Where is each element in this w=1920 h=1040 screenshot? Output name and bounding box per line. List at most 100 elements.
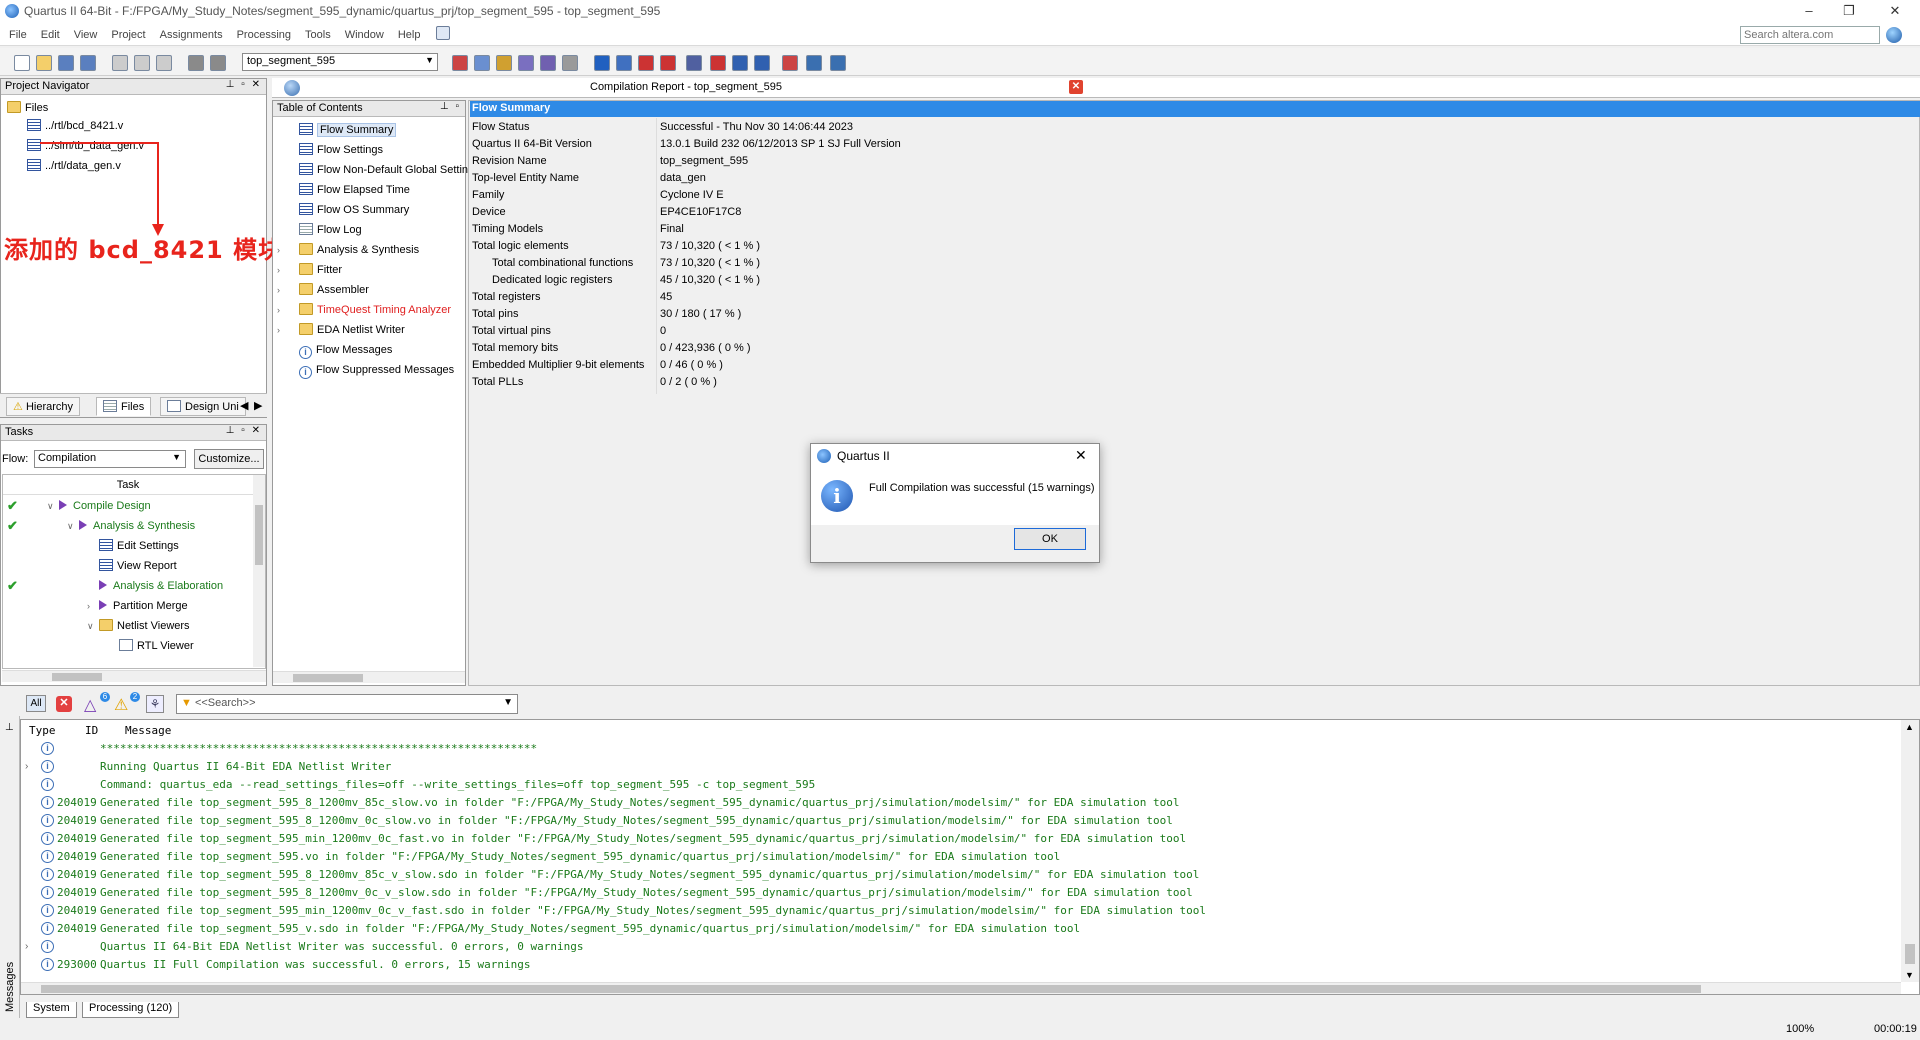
cut-icon[interactable] [112,55,128,71]
chat-icon[interactable] [830,55,846,71]
redo-icon[interactable] [210,55,226,71]
eda-writer-icon[interactable] [562,55,578,71]
save-all-icon[interactable] [80,55,96,71]
message-text[interactable]: Generated file top_segment_595_8_1200mv_… [100,884,1193,902]
toc-item[interactable]: Flow Elapsed Time [277,181,410,199]
tab-scroll-right-icon[interactable]: ▶ [254,399,262,412]
stop-processing-icon[interactable] [452,55,468,71]
toc-item[interactable]: i Flow Messages [277,341,392,359]
toc-item[interactable]: › Analysis & Synthesis [277,241,419,259]
timing-analyzer-icon[interactable] [540,55,556,71]
chip-planner-icon[interactable] [638,55,654,71]
task-row[interactable]: RTL Viewer [107,637,194,655]
panel-buttons[interactable]: ⊥ ▫ ✕ [226,425,262,436]
dialog-close-button[interactable]: ✕ [1075,447,1087,464]
panel-buttons[interactable]: ⊥ ▫ ✕ [226,79,262,90]
ok-button[interactable]: OK [1014,528,1086,550]
customize-button[interactable]: Customize... [194,449,264,469]
message-text[interactable]: Generated file top_segment_595_8_1200mv_… [100,812,1173,830]
start-compilation-icon[interactable] [594,55,610,71]
toc-item[interactable]: Flow Settings [277,141,383,159]
files-root[interactable]: Files [7,99,48,117]
toc-hscroll-thumb[interactable] [293,674,363,682]
panel-buttons[interactable]: ⊥ ▫ [440,101,461,112]
menu-view[interactable]: View [67,24,105,46]
globe-icon[interactable] [1886,27,1902,43]
message-text[interactable]: Generated file top_segment_595_min_1200m… [100,830,1186,848]
menu-assignments[interactable]: Assignments [153,24,230,46]
expand-chevron-icon[interactable]: ∨ [87,617,99,635]
task-row[interactable]: Analysis & Elaboration [87,577,223,595]
critical-warning-filter-icon[interactable]: △ [84,695,96,715]
analysis-synthesis-icon[interactable] [474,55,490,71]
message-text[interactable]: Generated file top_segment_595_v.sdo in … [100,920,1080,938]
toc-item[interactable]: Flow Non-Default Global Settin [277,161,468,179]
messages-vscrollbar[interactable]: ▲ ▼ [1901,720,1919,982]
save-icon[interactable] [58,55,74,71]
menu-file[interactable]: File [2,24,34,46]
expand-chevron-icon[interactable]: › [277,301,289,319]
expand-chevron-icon[interactable]: › [277,241,289,259]
settings-icon[interactable] [782,55,798,71]
toc-item[interactable]: › Fitter [277,261,342,279]
expand-chevron-icon[interactable]: ∨ [47,497,59,515]
menu-help[interactable]: Help [391,24,428,46]
scroll-up-icon[interactable]: ▲ [1905,722,1914,732]
expand-chevron-icon[interactable]: › [25,761,28,772]
task-hscroll-thumb[interactable] [52,673,102,681]
suppress-filter-icon[interactable]: ⚘ [146,695,164,713]
fitter-icon[interactable] [496,55,512,71]
menu-project[interactable]: Project [104,24,152,46]
file-item[interactable]: ../rtl/bcd_8421.v [27,117,123,135]
task-row[interactable]: View Report [87,557,177,575]
messages-hscroll-thumb[interactable] [41,985,1701,993]
task-scrollbar[interactable] [253,475,265,667]
message-text[interactable]: Generated file top_segment_595_8_1200mv_… [100,794,1179,812]
open-folder-icon[interactable] [36,55,52,71]
message-text[interactable]: Generated file top_segment_595.vo in fol… [100,848,1060,866]
programmer-icon[interactable] [686,55,702,71]
messages-hscrollbar[interactable] [21,982,1901,994]
message-text[interactable]: Command: quartus_eda --read_settings_fil… [100,776,815,794]
menu-processing[interactable]: Processing [230,24,298,46]
menu-window[interactable]: Window [338,24,391,46]
tab-scroll-left-icon[interactable]: ◀ [240,399,248,412]
tab-files[interactable]: Files [96,397,152,416]
restore-button[interactable]: ❐ [1826,0,1872,24]
toc-item[interactable]: Flow Summary [277,121,397,139]
search-input[interactable] [1740,26,1880,44]
expand-chevron-icon[interactable]: › [277,261,289,279]
task-row[interactable]: ∨ Analysis & Synthesis [67,517,195,535]
undo-icon[interactable] [188,55,204,71]
toc-item[interactable]: Flow Log [277,221,362,239]
close-report-icon[interactable]: ✕ [1069,80,1083,94]
task-row[interactable]: › Partition Merge [87,597,188,615]
message-text[interactable]: Generated file top_segment_595_min_1200m… [100,902,1206,920]
message-text[interactable]: Quartus II 64-Bit EDA Netlist Writer was… [100,938,583,956]
error-filter-icon[interactable]: ✕ [56,696,72,712]
filter-all-button[interactable]: All [26,695,46,712]
pin-planner-icon[interactable] [754,55,770,71]
tab-processing[interactable]: Processing (120) [82,1002,180,1018]
assembler-icon[interactable] [518,55,534,71]
close-window-button[interactable]: ✕ [1872,0,1918,24]
task-scroll-thumb[interactable] [255,505,263,565]
help-chat-icon[interactable] [436,26,450,40]
message-text[interactable]: ****************************************… [100,740,537,758]
tab-system[interactable]: System [26,1002,77,1018]
expand-chevron-icon[interactable]: › [25,941,28,952]
toc-item[interactable]: Flow OS Summary [277,201,409,219]
compile-icon[interactable] [616,55,632,71]
tab-hierarchy[interactable]: ⚠ Hierarchy [6,397,81,416]
message-text[interactable]: Running Quartus II 64-Bit EDA Netlist Wr… [100,758,391,776]
message-search-input[interactable]: ▼ <<Search>> ▼ [176,694,518,714]
new-file-icon[interactable] [14,55,30,71]
task-row[interactable]: ∨ Compile Design [47,497,151,515]
expand-chevron-icon[interactable]: › [277,281,289,299]
menu-edit[interactable]: Edit [34,24,67,46]
expand-chevron-icon[interactable]: › [87,597,99,615]
menu-tools[interactable]: Tools [298,24,338,46]
toc-item[interactable]: › EDA Netlist Writer [277,321,405,339]
entity-select[interactable]: top_segment_595 ▼ [242,53,438,71]
tab-design-units[interactable]: Design Uni [160,397,246,416]
